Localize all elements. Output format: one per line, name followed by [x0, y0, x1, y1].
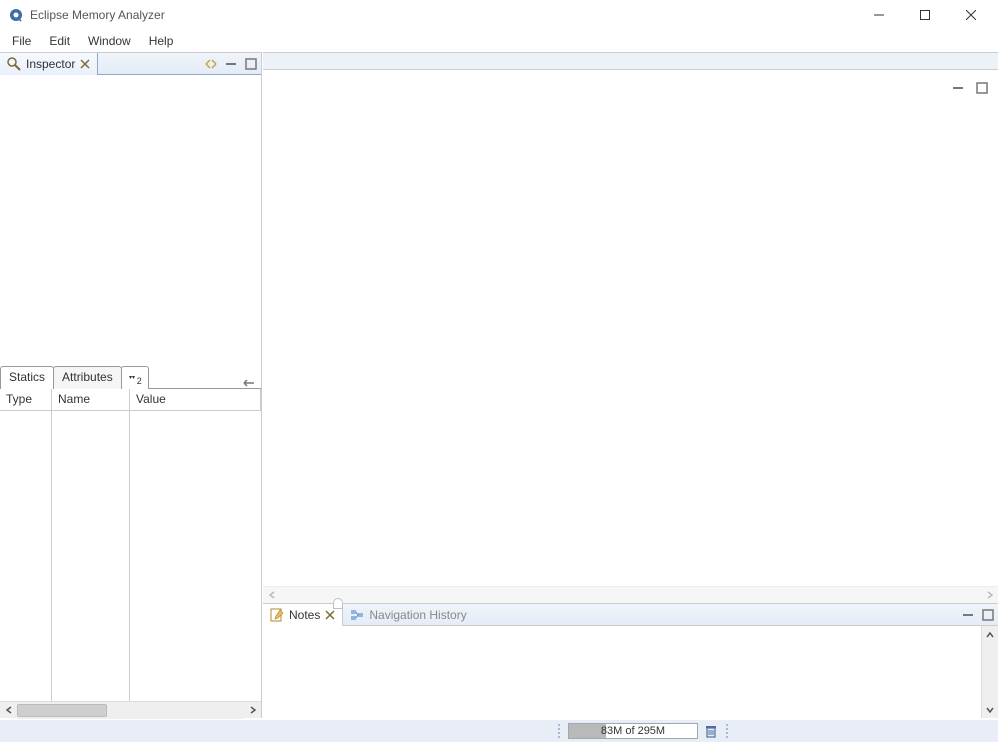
- close-view-icon[interactable]: [79, 58, 91, 70]
- hscroll-right-arrow[interactable]: [244, 702, 261, 719]
- detail-header-row: Type Name Value: [0, 389, 261, 411]
- column-header-value[interactable]: Value: [130, 389, 261, 410]
- tab-overflow-button[interactable]: 2: [121, 366, 149, 389]
- detail-tabs-menu-icon[interactable]: [241, 372, 257, 388]
- editor-hscroll-right[interactable]: [981, 587, 998, 604]
- editor-hscroll-left[interactable]: [263, 587, 280, 604]
- nav-history-icon: [349, 607, 365, 623]
- menu-edit[interactable]: Edit: [41, 31, 80, 51]
- bottom-minimize-button[interactable]: [960, 607, 976, 623]
- maximize-view-button[interactable]: [243, 56, 259, 72]
- close-button[interactable]: [948, 0, 994, 30]
- notes-body[interactable]: [263, 626, 998, 718]
- column-header-type[interactable]: Type: [0, 389, 52, 410]
- inspector-icon: [6, 56, 22, 72]
- tab-navigation-history[interactable]: Navigation History: [343, 604, 472, 626]
- notes-icon: [269, 607, 285, 623]
- menu-help[interactable]: Help: [141, 31, 184, 51]
- tab-statics[interactable]: Statics: [0, 366, 54, 389]
- editor-minimize-button[interactable]: [950, 80, 966, 96]
- inspector-hscroll[interactable]: [0, 701, 261, 718]
- notes-label: Notes: [289, 608, 320, 622]
- inspector-tab[interactable]: Inspector: [0, 53, 98, 75]
- heap-bar[interactable]: 83M of 295M: [568, 723, 698, 739]
- inspector-tabbar: Inspector: [0, 53, 261, 75]
- app-icon: [8, 7, 24, 23]
- tab-notes[interactable]: Notes: [263, 604, 343, 626]
- nav-history-label: Navigation History: [369, 608, 466, 622]
- menu-window[interactable]: Window: [80, 31, 141, 51]
- inspector-detail-tabs: Statics Attributes 2: [0, 365, 261, 389]
- link-with-editor-button[interactable]: [203, 56, 219, 72]
- inspector-upper-area: [0, 75, 261, 365]
- column-header-name[interactable]: Name: [52, 389, 130, 410]
- tab-attributes[interactable]: Attributes: [53, 366, 122, 389]
- minimize-view-button[interactable]: [223, 56, 239, 72]
- bottom-tabbar: Notes Navigation History: [263, 604, 998, 626]
- maximize-button[interactable]: [902, 0, 948, 30]
- bottom-maximize-button[interactable]: [980, 607, 996, 623]
- sash-grip[interactable]: [333, 598, 343, 609]
- right-area: Notes Navigation History: [263, 52, 998, 718]
- heap-grip-icon: [558, 724, 562, 738]
- editor-area: [263, 70, 998, 586]
- notes-close-icon[interactable]: [324, 609, 336, 621]
- minimize-button[interactable]: [856, 0, 902, 30]
- inspector-panel: Inspector Statics Attributes 2: [0, 52, 262, 718]
- workbench: Inspector Statics Attributes 2: [0, 52, 998, 720]
- bottom-panel: Notes Navigation History: [263, 603, 998, 718]
- vscroll-up[interactable]: [982, 626, 998, 643]
- heap-grip-icon-right: [726, 724, 730, 738]
- editor-toolbar-strip: [263, 52, 998, 70]
- window-title: Eclipse Memory Analyzer: [30, 8, 165, 22]
- run-gc-button[interactable]: [702, 722, 720, 740]
- menu-bar: File Edit Window Help: [0, 30, 998, 52]
- vscroll-down[interactable]: [982, 701, 998, 718]
- inspector-tab-label: Inspector: [26, 57, 75, 71]
- tab-overflow-count: 2: [137, 376, 142, 386]
- heap-status-widget: 83M of 295M: [558, 722, 732, 740]
- menu-file[interactable]: File: [4, 31, 41, 51]
- editor-hscroll[interactable]: [263, 586, 998, 603]
- notes-vscroll[interactable]: [981, 626, 998, 718]
- hscroll-left-arrow[interactable]: [0, 702, 17, 719]
- editor-maximize-button[interactable]: [974, 80, 990, 96]
- title-bar: Eclipse Memory Analyzer: [0, 0, 998, 30]
- status-bar: 83M of 295M: [0, 720, 998, 742]
- detail-body: [0, 411, 261, 701]
- heap-text: 83M of 295M: [601, 725, 665, 737]
